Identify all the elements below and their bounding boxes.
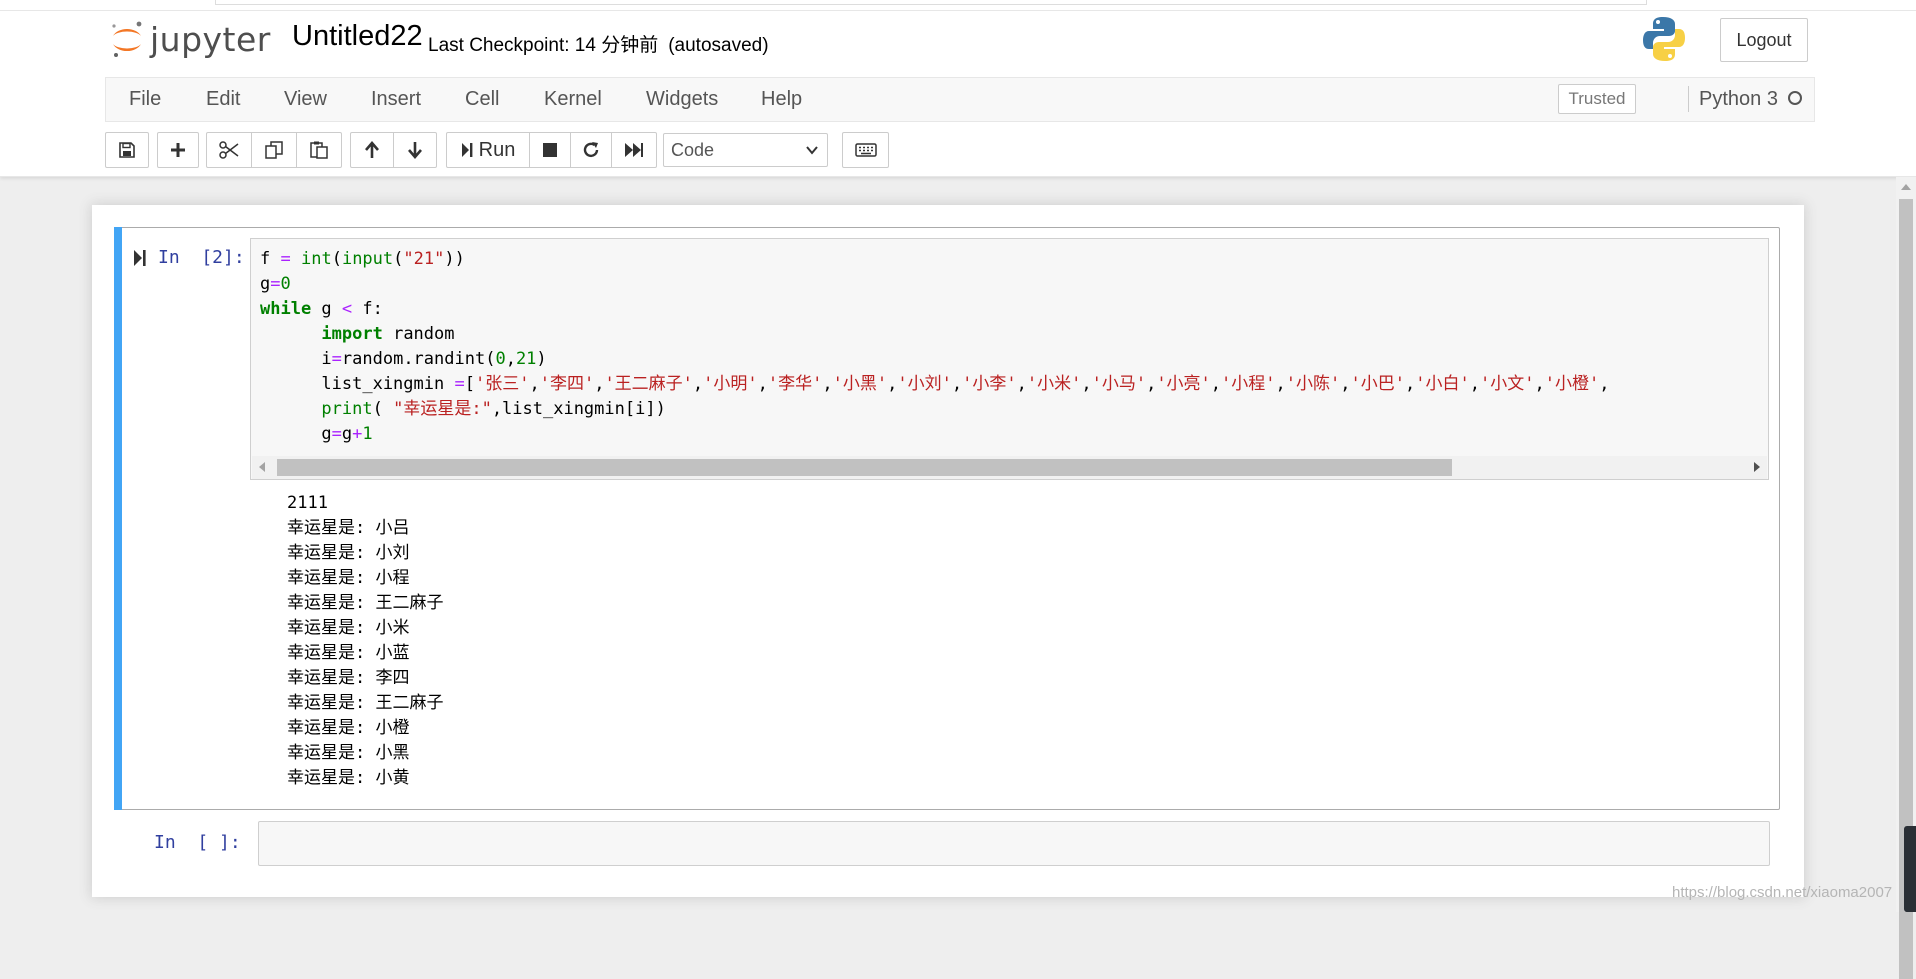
code-line[interactable]: i=random.randint(0,21) [260, 347, 1768, 372]
menu-kernel[interactable]: Kernel [544, 88, 602, 111]
output-line: 幸运星是: 小程 [287, 568, 410, 588]
output-line: 幸运星是: 王二麻子 [287, 593, 444, 613]
output-line: 幸运星是: 小米 [287, 618, 410, 638]
output-line: 幸运星是: 王二麻子 [287, 693, 444, 713]
cut-button[interactable] [206, 132, 252, 168]
code-line[interactable]: while g < f: [260, 297, 1768, 322]
jupyter-logo-icon [112, 21, 142, 57]
output-line: 幸运星是: 小黑 [287, 743, 410, 763]
selected-cell-indicator [114, 227, 122, 810]
move-down-button[interactable] [393, 132, 437, 168]
trusted-indicator[interactable]: Trusted [1558, 84, 1636, 114]
output-line: 幸运星是: 小黄 [287, 768, 410, 788]
arrow-down-icon [408, 142, 422, 159]
plus-icon [171, 143, 185, 157]
save-icon [119, 142, 135, 158]
empty-code-cell[interactable] [258, 821, 1770, 866]
horizontal-scroll-thumb[interactable] [277, 459, 1452, 476]
watermark: https://blog.csdn.net/xiaoma2007 [1672, 884, 1893, 901]
menu-insert[interactable]: Insert [371, 88, 421, 111]
run-label: Run [478, 138, 516, 161]
code-line[interactable]: f = int(input("21")) [260, 247, 1768, 272]
kernel-divider [1688, 86, 1689, 112]
move-up-button[interactable] [350, 132, 394, 168]
output-line: 幸运星是: 李四 [287, 668, 410, 688]
run-button[interactable]: Run [446, 132, 530, 168]
keyboard-icon [854, 143, 877, 157]
restart-icon [583, 142, 599, 158]
insert-cell-button[interactable] [157, 132, 199, 168]
interrupt-kernel-button[interactable] [529, 132, 571, 168]
autosave-text: (autosaved) [668, 35, 769, 56]
checkpoint-status: Last Checkpoint: 14 分钟前 (autosaved) [428, 30, 769, 57]
cut-icon [219, 141, 239, 159]
cell-output: 2111 幸运星是: 小吕 幸运星是: 小刘 幸运星是: 小程幸运星是: 王二麻子 幸运… [287, 491, 443, 791]
scroll-up-icon[interactable] [1901, 183, 1911, 191]
fast-forward-icon [625, 143, 643, 157]
kernel-idle-indicator [1788, 91, 1802, 105]
menu-help[interactable]: Help [761, 88, 802, 111]
horizontal-scrollbar[interactable] [252, 456, 1767, 479]
menu-widgets[interactable]: Widgets [646, 88, 718, 111]
logo-text: jupyter [150, 19, 271, 59]
jupyter-logo[interactable]: jupyter [110, 18, 271, 60]
code-text[interactable]: f = int(input("21")) g=0 while g < f: impo… [260, 247, 1768, 447]
output-line: 幸运星是: 小吕 [287, 518, 410, 538]
scroll-right-icon[interactable] [1753, 462, 1761, 472]
python-logo-icon [1643, 17, 1685, 61]
browser-top-edge [0, 0, 1916, 11]
scroll-left-icon[interactable] [258, 462, 266, 472]
copy-icon [265, 141, 283, 159]
paste-button[interactable] [296, 132, 342, 168]
code-line[interactable]: g=0 [260, 272, 1768, 297]
menu-edit[interactable]: Edit [206, 88, 240, 111]
restart-run-all-button[interactable] [611, 132, 657, 168]
code-line[interactable]: g=g+1 [260, 422, 1768, 447]
command-palette-button[interactable] [842, 132, 889, 168]
run-cell-icon[interactable] [133, 249, 147, 267]
code-line[interactable]: list_xingmin =['张三','李四','王二麻子','小明','李华… [260, 372, 1768, 397]
paste-icon [310, 141, 328, 159]
cell-type-value: Code [671, 139, 715, 160]
run-icon [461, 143, 473, 157]
empty-cell-prompt: In [ ]: [154, 832, 241, 853]
checkpoint-text: Last Checkpoint: 14 分钟前 [428, 35, 659, 56]
chevron-down-icon [806, 146, 818, 155]
stop-icon [543, 143, 557, 157]
output-line: 幸运星是: 小刘 [287, 543, 410, 563]
output-line: 幸运星是: 小橙 [287, 718, 410, 738]
copy-button[interactable] [251, 132, 297, 168]
side-widget [1904, 826, 1916, 912]
code-line[interactable]: print( "幸运星是:",list_xingmin[i]) [260, 397, 1768, 422]
save-button[interactable] [105, 132, 149, 168]
arrow-up-icon [365, 141, 379, 158]
output-line: 幸运星是: 小蓝 [287, 643, 410, 663]
code-line[interactable]: import random [260, 322, 1768, 347]
restart-kernel-button[interactable] [570, 132, 612, 168]
cell-type-select[interactable]: Code [663, 133, 828, 167]
menu-cell[interactable]: Cell [465, 88, 499, 111]
page-scrollbar[interactable] [1896, 177, 1916, 979]
output-line: 2111 [287, 493, 328, 513]
input-prompt: In [2]: [158, 247, 245, 268]
menu-file[interactable]: File [129, 88, 161, 111]
logout-button[interactable]: Logout [1720, 18, 1808, 62]
kernel-name[interactable]: Python 3 [1699, 88, 1778, 111]
menu-view[interactable]: View [284, 88, 327, 111]
notebook-title[interactable]: Untitled22 [292, 20, 423, 53]
